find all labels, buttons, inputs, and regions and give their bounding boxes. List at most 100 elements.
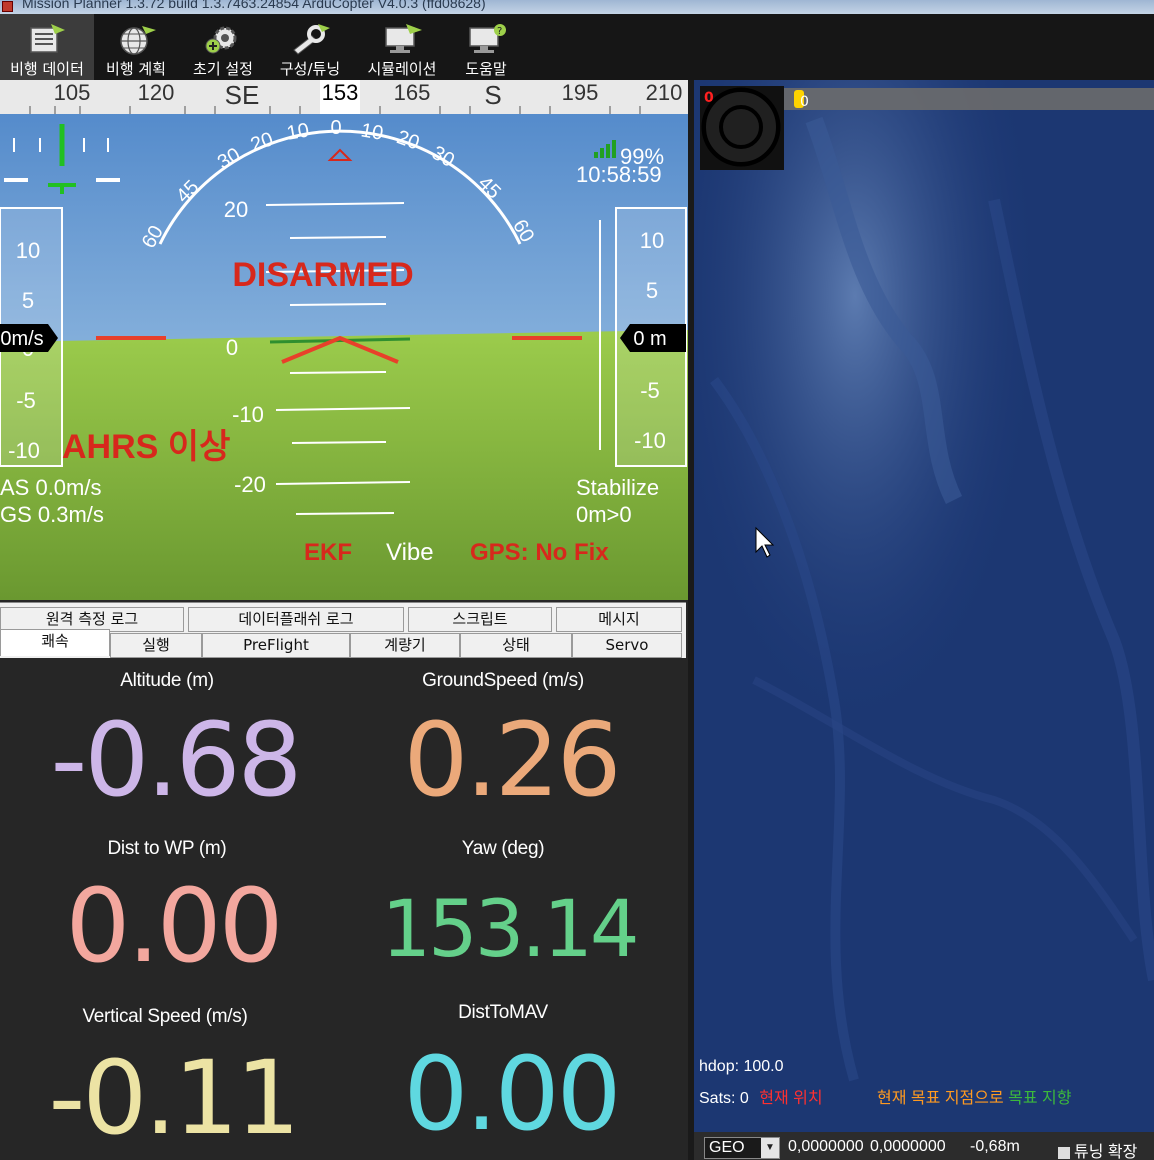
simulation-icon: [385, 24, 422, 53]
flight-plan-icon: [120, 26, 156, 55]
heading-tick-label: 165: [394, 80, 431, 105]
map-view[interactable]: 0 0: [694, 80, 1154, 1160]
legend-current-position: 현재 위치: [759, 1090, 823, 1107]
artificial-horizon: 105 120 SE 165 S 195 210 153 60 45 30 20…: [0, 80, 688, 600]
gps-status: GPS: No Fix: [470, 539, 609, 566]
toolbar-help[interactable]: ? 도움말: [452, 14, 520, 80]
speed-tick-label: -5: [16, 388, 36, 413]
speed-tick-label: 5: [22, 288, 34, 313]
dist-to-wp-value[interactable]: 0.00: [8, 876, 338, 978]
altitude-tick-label: -10: [634, 428, 666, 453]
map-status: hdop: 100.0 Sats: 0 현재 위치 현재 목표 지점으로 목표 …: [699, 1058, 1071, 1108]
sats-legend-row: Sats: 0 현재 위치 현재 목표 지점으로 목표 지향: [699, 1084, 1071, 1108]
longitude: 0,0000000: [870, 1138, 946, 1155]
toolbar-flight-data[interactable]: 비행 데이터: [0, 14, 94, 80]
ahrs-warning: AHRS 이상: [62, 428, 230, 466]
main-toolbar: 비행 데이터 비행 계획 초기 설정 구성/튜닝 시뮬레이션 ? 도움말: [0, 14, 1154, 80]
tab-actions[interactable]: 실행: [110, 633, 202, 658]
toolbar-flight-plan[interactable]: 비행 계획: [96, 14, 176, 80]
heading-tick-label: SE: [225, 80, 260, 110]
satellite-map: 0 0: [694, 80, 1154, 1160]
map-altitude: -0,68m: [970, 1138, 1020, 1155]
hud-time: 10:58:59: [576, 162, 662, 187]
roll-label: 10: [285, 119, 311, 145]
sats: Sats: 0: [699, 1090, 749, 1107]
tuning-checkbox[interactable]: [1058, 1146, 1070, 1159]
heading-tick-label: S: [484, 80, 501, 110]
help-icon: ?: [469, 24, 506, 53]
tab-scripts[interactable]: 스크립트: [408, 607, 552, 632]
speed-tick-label: 10: [16, 238, 40, 263]
window-title: Mission Planner 1.3.72 build 1.3.7463.24…: [22, 0, 486, 11]
tuning-label: 튜닝 확장: [1074, 1144, 1138, 1160]
altitude-tick-label: 10: [640, 228, 664, 253]
tab-preflight[interactable]: PreFlight: [202, 633, 350, 658]
altitude-tick-label: 5: [646, 278, 658, 303]
zoom-bar[interactable]: [784, 88, 1154, 110]
pitch-label: -10: [232, 402, 264, 427]
tab-quick[interactable]: 쾌속: [0, 629, 110, 656]
zoom-bar-value: 0: [800, 94, 809, 110]
chevron-down-icon[interactable]: ▼: [761, 1138, 779, 1158]
mission-planner-window: Mission Planner 1.3.72 build 1.3.7463.24…: [0, 0, 1154, 1160]
tab-gauges[interactable]: 계량기: [350, 633, 460, 658]
hud-display[interactable]: 105 120 SE 165 S 195 210 153 60 45 30 20…: [0, 80, 688, 600]
coord-system-select[interactable]: GEO ▼: [704, 1137, 780, 1159]
toolbar-label: 초기 설정: [193, 60, 253, 78]
toolbar-label: 시뮬레이션: [367, 60, 437, 78]
svg-text:?: ?: [497, 26, 502, 37]
toolbar-label: 비행 계획: [106, 60, 166, 78]
quick-panel: Altitude (m) -0.68 GroundSpeed (m/s) 0.2…: [0, 658, 686, 1160]
heading-tick-label: 210: [646, 80, 683, 105]
altitude-readout: 0 m: [633, 328, 666, 350]
groundspeed-label: GroundSpeed (m/s): [422, 670, 584, 691]
dist-to-mav-label: DistToMAV: [458, 1002, 548, 1023]
legend-heading: 목표 지향: [1008, 1090, 1072, 1107]
tab-messages[interactable]: 메시지: [556, 607, 682, 632]
vertical-speed-label: Vertical Speed (m/s): [82, 1006, 248, 1027]
hdop: hdop: 100.0: [699, 1058, 784, 1075]
roll-label: 0: [330, 117, 341, 139]
pitch-label: 20: [224, 197, 248, 222]
map-coordinate-bar: GEO ▼ 0,0000000 0,0000000 -0,68m 튜닝 확장: [694, 1132, 1154, 1160]
app-icon: [2, 1, 13, 12]
armed-status: DISARMED: [232, 256, 413, 294]
yaw-label: Yaw (deg): [461, 838, 545, 859]
yaw-value[interactable]: 153.14: [344, 884, 674, 976]
toolbar-config-tuning[interactable]: 구성/튜닝: [270, 14, 350, 80]
title-bar: Mission Planner 1.3.72 build 1.3.7463.24…: [0, 0, 1154, 14]
flight-data-icon: [30, 24, 65, 53]
speed-readout: 0m/s: [0, 328, 43, 350]
vibe-status[interactable]: Vibe: [386, 539, 434, 566]
config-tuning-icon: [293, 24, 330, 55]
speed-tick-label: -10: [8, 438, 40, 463]
dist-to-mav-value[interactable]: 0.00: [346, 1044, 676, 1146]
airspeed: AS 0.0m/s: [0, 475, 101, 500]
vertical-speed-value[interactable]: -0.11: [8, 1048, 338, 1150]
tab-status[interactable]: 상태: [460, 633, 572, 658]
altitude-label: Altitude (m): [120, 670, 214, 691]
coord-system-value: GEO: [709, 1139, 745, 1156]
tuning-checkbox-row[interactable]: 튜닝 확장: [1058, 1138, 1154, 1160]
legend-target: 현재 목표 지점으로: [877, 1090, 1004, 1107]
altitude-value[interactable]: -0.68: [10, 710, 340, 812]
toolbar-initial-setup[interactable]: 초기 설정: [184, 14, 262, 80]
dist-to-wp-label: Dist to WP (m): [107, 838, 227, 859]
tab-dataflash-log[interactable]: 데이터플래쉬 로그: [188, 607, 404, 632]
altitude-tick-label: -5: [640, 378, 660, 403]
waypoint-info: 0m>0: [576, 502, 632, 527]
latitude: 0,0000000: [788, 1138, 864, 1155]
groundspeed-value[interactable]: 0.26: [346, 710, 676, 812]
toolbar-simulation[interactable]: 시뮬레이션: [356, 14, 448, 80]
initial-setup-icon: [205, 26, 237, 54]
tab-servo[interactable]: Servo: [572, 633, 682, 658]
toolbar-label: 도움말: [465, 60, 507, 78]
pitch-label: -20: [234, 472, 266, 497]
toolbar-label: 구성/튜닝: [279, 60, 341, 78]
heading-tick-label: 120: [138, 80, 175, 105]
data-tabs: 원격 측정 로그 데이터플래쉬 로그 스크립트 메시지 쾌속 실행 PreFli…: [0, 602, 686, 658]
heading-readout: 153: [322, 80, 359, 105]
ekf-status[interactable]: EKF: [304, 539, 352, 566]
heading-tick-label: 195: [562, 80, 599, 105]
groundspeed: GS 0.3m/s: [0, 502, 104, 527]
